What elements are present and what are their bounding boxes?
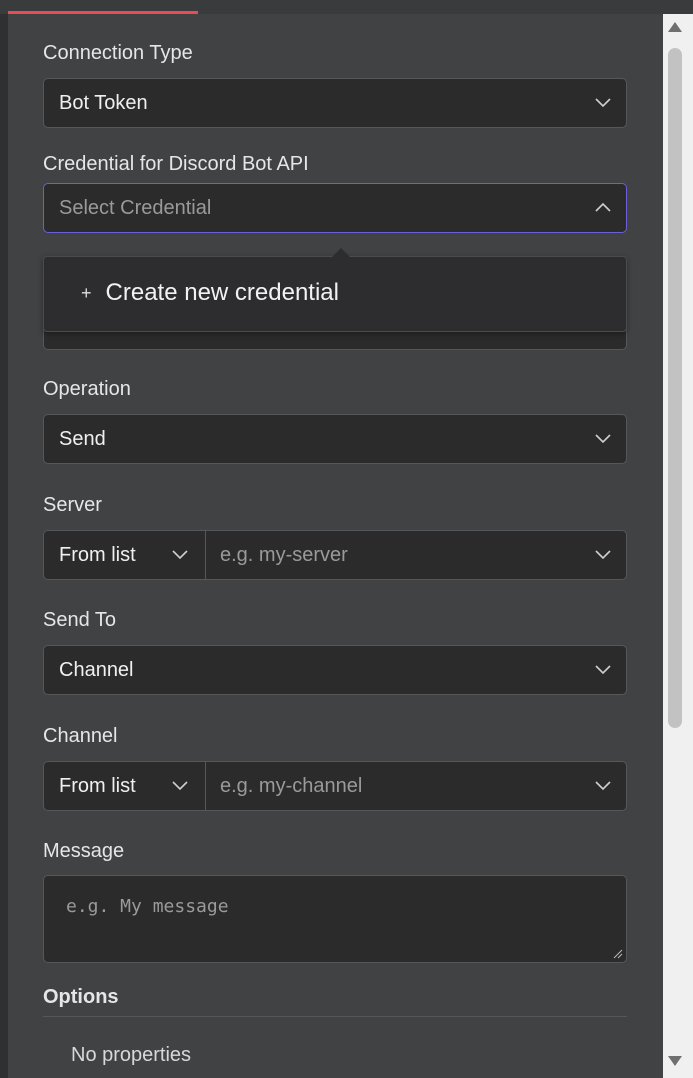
resize-handle-icon[interactable]	[613, 949, 623, 959]
vertical-scrollbar[interactable]	[663, 14, 693, 1078]
channel-resource-locator: From list e.g. my-channel	[43, 761, 627, 811]
scroll-down-arrow-icon[interactable]	[667, 1054, 683, 1068]
chevron-down-icon	[595, 434, 611, 444]
chevron-down-icon	[172, 550, 188, 560]
send-to-select[interactable]: Channel	[43, 645, 627, 695]
channel-mode-value: From list	[59, 775, 136, 797]
server-resource-locator: From list e.g. my-server	[43, 530, 627, 580]
message-label: Message	[43, 840, 125, 862]
server-placeholder: e.g. my-server	[220, 544, 348, 566]
chevron-down-icon	[595, 665, 611, 675]
create-credential-option[interactable]: + Create new credential	[81, 279, 339, 307]
credential-dropdown: + Create new credential	[43, 248, 627, 332]
options-label: Options	[43, 986, 119, 1008]
top-tab-bar	[0, 0, 693, 14]
options-divider	[43, 1016, 627, 1017]
plus-icon: +	[81, 282, 92, 303]
chevron-up-icon	[595, 202, 611, 212]
message-placeholder: e.g. My message	[66, 896, 229, 917]
chevron-down-icon	[595, 98, 611, 108]
scrollbar-thumb[interactable]	[668, 48, 682, 728]
send-to-value: Channel	[59, 659, 134, 681]
connection-type-select[interactable]: Bot Token	[43, 78, 627, 128]
chevron-down-icon	[172, 781, 188, 791]
channel-placeholder: e.g. my-channel	[220, 775, 363, 797]
create-credential-label: Create new credential	[105, 279, 339, 306]
channel-label: Channel	[43, 725, 118, 747]
server-label: Server	[43, 494, 102, 516]
no-properties-text: No properties	[71, 1044, 192, 1066]
credential-select[interactable]: Select Credential	[43, 183, 627, 233]
operation-select[interactable]: Send	[43, 414, 627, 464]
scroll-up-arrow-icon[interactable]	[667, 20, 683, 34]
operation-label: Operation	[43, 378, 131, 400]
node-parameters-panel: Connection Type Bot Token Credential for…	[8, 14, 663, 1078]
credential-placeholder: Select Credential	[59, 197, 212, 219]
server-mode-select[interactable]: From list	[44, 531, 206, 579]
chevron-down-icon	[595, 781, 611, 791]
connection-type-label: Connection Type	[43, 42, 193, 64]
chevron-down-icon	[595, 550, 611, 560]
dropdown-caret	[332, 248, 350, 257]
send-to-label: Send To	[43, 609, 117, 631]
operation-value: Send	[59, 428, 106, 450]
server-mode-value: From list	[59, 544, 136, 566]
channel-mode-select[interactable]: From list	[44, 762, 206, 810]
message-textarea[interactable]: e.g. My message	[43, 875, 627, 963]
connection-type-value: Bot Token	[59, 92, 148, 114]
left-edge	[0, 14, 8, 1078]
credential-label: Credential for Discord Bot API	[43, 153, 309, 175]
